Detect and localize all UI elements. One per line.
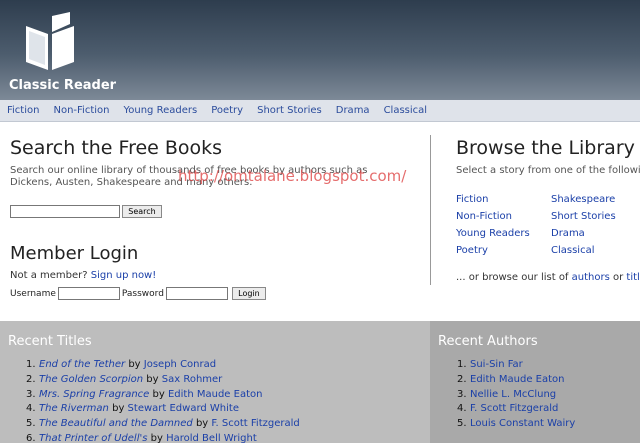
nav-poetry[interactable]: Poetry	[211, 105, 243, 116]
list-number: 4.	[457, 403, 467, 415]
browse-authors-link[interactable]: authors	[572, 272, 610, 283]
list-item: 2. Edith Maude Eaton	[457, 373, 575, 388]
title-link[interactable]: The Riverman	[39, 403, 109, 414]
nav-short-stories[interactable]: Short Stories	[257, 105, 322, 116]
author-link[interactable]: Edith Maude Eaton	[470, 374, 564, 385]
browse-footer-or: or	[613, 272, 624, 283]
title-link[interactable]: The Beautiful and the Damned	[39, 418, 193, 429]
password-label: Password	[121, 288, 164, 299]
list-number: 5.	[457, 418, 467, 430]
search-button[interactable]: Search	[122, 205, 162, 218]
category-nav: Fiction Non-Fiction Young Readers Poetry…	[0, 100, 640, 122]
by-text: by	[195, 418, 209, 430]
list-number: 4.	[26, 403, 36, 415]
browse-young-readers[interactable]: Young Readers	[456, 225, 530, 242]
list-item: 2. The Golden Scorpion by Sax Rohmer	[26, 373, 300, 388]
list-number: 2.	[457, 373, 467, 385]
browse-shakespeare[interactable]: Shakespeare	[551, 191, 616, 208]
title-link[interactable]: The Golden Scorpion	[39, 374, 143, 385]
list-item: 1. Sui-Sin Far	[457, 358, 575, 373]
nav-drama[interactable]: Drama	[336, 105, 370, 116]
by-text: by	[152, 388, 165, 400]
search-input[interactable]	[10, 205, 120, 218]
title-link[interactable]: That Printer of Udell's	[39, 433, 147, 443]
watermark-text: http://omtalane.blogspot.com/	[178, 167, 407, 185]
login-form: Username Password Login	[10, 287, 266, 300]
list-item: 6. That Printer of Udell's by Harold Bell…	[26, 432, 300, 443]
author-link[interactable]: Edith Maude Eaton	[168, 389, 262, 400]
recent-authors-panel: Recent Authors 1. Sui-Sin Far 2. Edith Mau…	[430, 321, 640, 443]
list-number: 1.	[26, 359, 36, 370]
password-field[interactable]	[165, 287, 228, 300]
browse-column-genres: Fiction Non-Fiction Young Readers Poetry	[456, 191, 530, 259]
author-link[interactable]: F. Scott Fitzgerald	[211, 418, 299, 429]
login-button[interactable]: Login	[231, 287, 266, 300]
list-number: 2.	[26, 373, 36, 385]
nav-fiction[interactable]: Fiction	[7, 105, 39, 116]
browse-drama[interactable]: Drama	[551, 225, 616, 242]
list-item: 5. The Beautiful and the Damned by F. Sco…	[26, 417, 300, 432]
browse-fiction[interactable]: Fiction	[456, 191, 530, 208]
signup-prompt-text: Not a member?	[10, 270, 88, 281]
list-number: 3.	[26, 388, 36, 400]
site-header: Classic Reader	[0, 0, 640, 100]
author-link[interactable]: F. Scott Fitzgerald	[470, 403, 558, 414]
author-link[interactable]: Joseph Conrad	[144, 359, 216, 370]
nav-non-fiction[interactable]: Non-Fiction	[53, 105, 109, 116]
recent-authors-heading: Recent Authors	[438, 334, 538, 349]
title-link[interactable]: End of the Tether	[39, 359, 125, 370]
signup-prompt: Not a member? Sign up now!	[10, 270, 156, 281]
by-text: by	[112, 403, 125, 415]
list-item: 4. F. Scott Fitzgerald	[457, 402, 575, 417]
browse-titles-link[interactable]: title	[626, 272, 640, 283]
by-text: by	[150, 432, 163, 443]
browse-non-fiction[interactable]: Non-Fiction	[456, 208, 530, 225]
login-heading: Member Login	[10, 243, 139, 264]
recent-titles-heading: Recent Titles	[8, 334, 92, 349]
browse-classical[interactable]: Classical	[551, 242, 616, 259]
author-link[interactable]: Sui-Sin Far	[470, 359, 523, 370]
nav-young-readers[interactable]: Young Readers	[123, 105, 197, 116]
list-item: 3. Mrs. Spring Fragrance by Edith Maude E…	[26, 388, 300, 403]
list-number: 1.	[457, 359, 467, 370]
author-link[interactable]: Harold Bell Wright	[166, 433, 257, 443]
recent-authors-list: 1. Sui-Sin Far 2. Edith Maude Eaton 3. Nell…	[457, 358, 575, 432]
search-heading: Search the Free Books	[10, 137, 223, 159]
by-text: by	[146, 373, 159, 385]
recent-titles-panel: Recent Titles 1. End of the Tether by Jos…	[0, 321, 430, 443]
browse-poetry[interactable]: Poetry	[456, 242, 530, 259]
browse-footer-text: ... or browse our list of	[456, 272, 569, 283]
list-item: 3. Nellie L. McClung	[457, 388, 575, 403]
list-item: 1. End of the Tether by Joseph Conrad	[26, 358, 300, 373]
section-divider	[430, 135, 431, 285]
browse-description: Select a story from one of the following	[456, 165, 640, 176]
author-link[interactable]: Louis Constant Wairy	[470, 418, 575, 429]
open-book-icon[interactable]	[22, 12, 78, 72]
author-link[interactable]: Nellie L. McClung	[470, 389, 556, 400]
title-link[interactable]: Mrs. Spring Fragrance	[39, 389, 149, 400]
author-link[interactable]: Stewart Edward White	[128, 403, 239, 414]
browse-footer: ... or browse our list of authors or tit…	[456, 272, 640, 283]
recent-titles-list: 1. End of the Tether by Joseph Conrad 2. T…	[26, 358, 300, 443]
list-item: 5. Louis Constant Wairy	[457, 417, 575, 432]
author-link[interactable]: Sax Rohmer	[162, 374, 223, 385]
signup-link[interactable]: Sign up now!	[91, 270, 157, 281]
browse-column-forms: Shakespeare Short Stories Drama Classica…	[551, 191, 616, 259]
brand-name[interactable]: Classic Reader	[9, 78, 116, 93]
nav-classical[interactable]: Classical	[384, 105, 428, 116]
username-label: Username	[10, 288, 56, 299]
list-item: 4. The Riverman by Stewart Edward White	[26, 402, 300, 417]
browse-short-stories[interactable]: Short Stories	[551, 208, 616, 225]
by-text: by	[128, 359, 141, 370]
list-number: 3.	[457, 388, 467, 400]
browse-heading: Browse the Library	[456, 137, 635, 159]
list-number: 6.	[26, 432, 36, 443]
username-field[interactable]	[57, 287, 120, 300]
list-number: 5.	[26, 418, 36, 430]
